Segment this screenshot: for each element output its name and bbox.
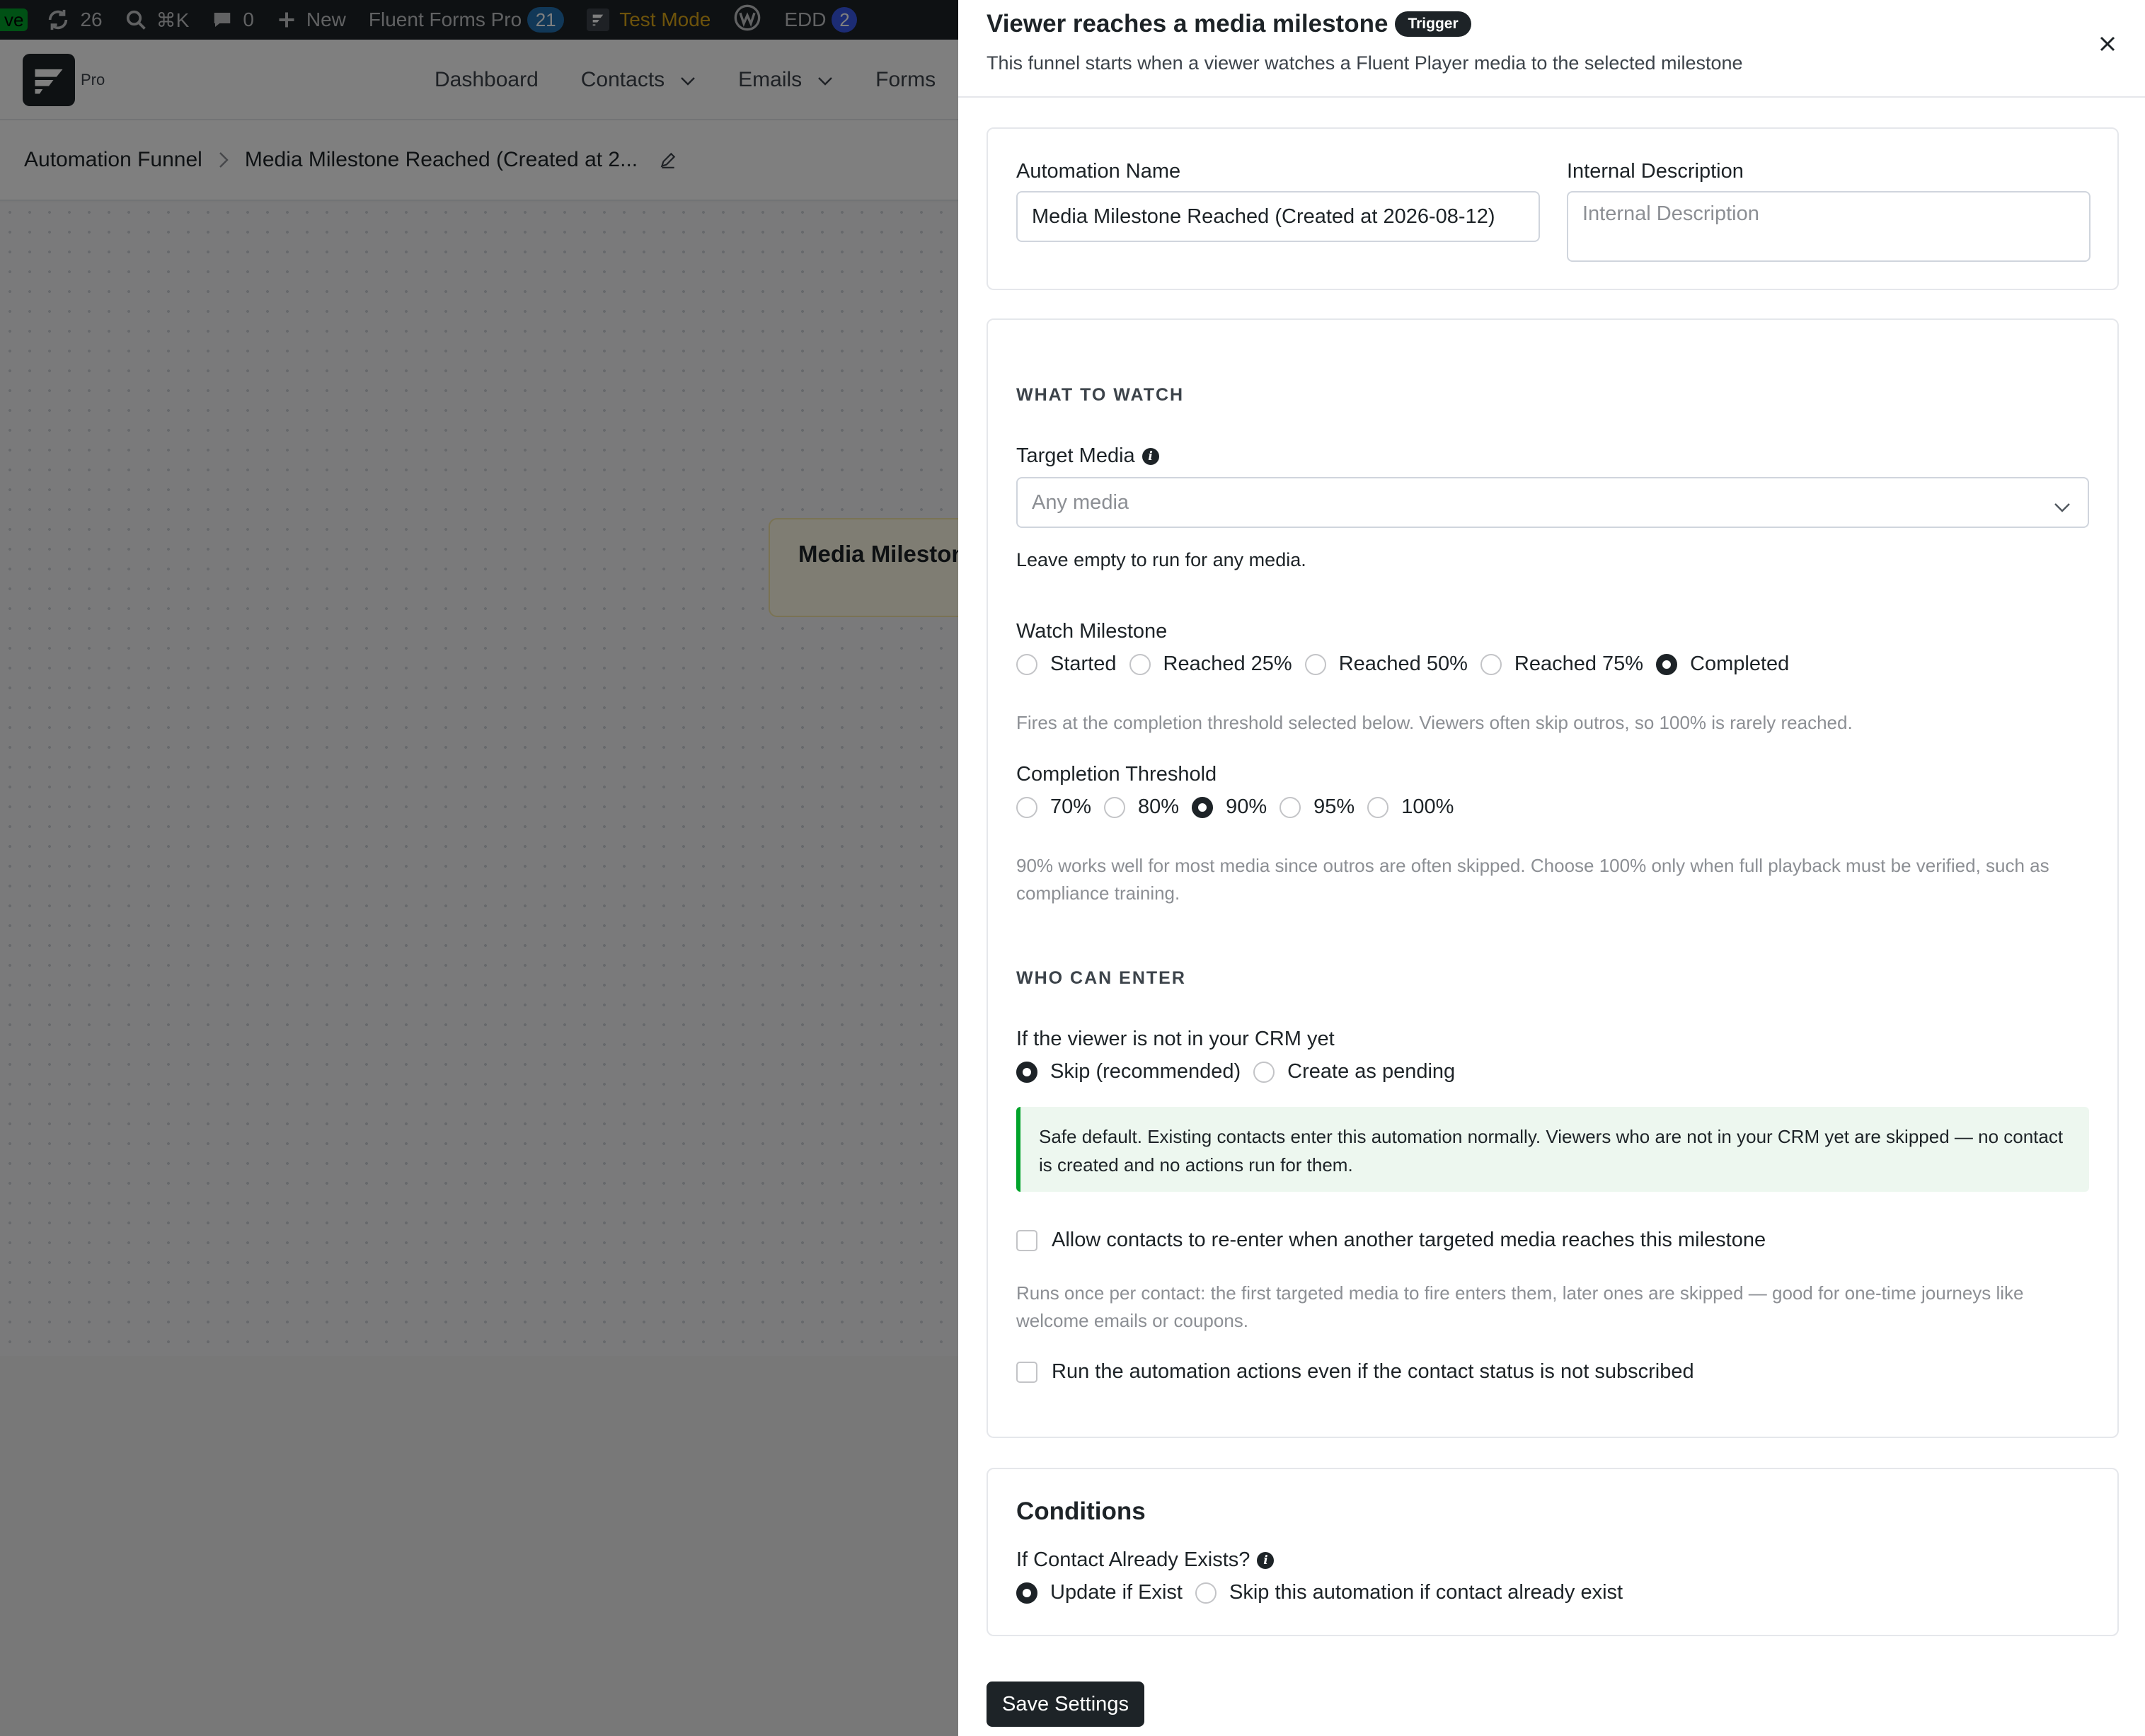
target-media-label-text: Target Media [1016, 444, 1135, 467]
target-media-help: Leave empty to run for any media. [1016, 549, 1306, 570]
conditions-title: Conditions [1016, 1498, 1146, 1525]
run-unsubscribed-checkbox[interactable] [1016, 1361, 1037, 1383]
milestone-completed-option[interactable]: Completed [1656, 653, 1789, 676]
automation-name-label: Automation Name [1016, 160, 1181, 183]
chevron-down-icon [2054, 495, 2071, 519]
drawer-subtitle: This funnel starts when a viewer watches… [987, 52, 1743, 74]
automation-name-input[interactable]: Media Milestone Reached (Created at 2026… [1016, 191, 1540, 242]
not-in-crm-label: If the viewer is not in your CRM yet [1016, 1028, 1335, 1050]
radio[interactable] [1016, 796, 1037, 818]
radio-label: Update if Exist [1050, 1581, 1183, 1604]
radio-label: 70% [1050, 795, 1092, 818]
radio[interactable] [1367, 796, 1389, 818]
run-unsubscribed-label: Run the automation actions even if the c… [1052, 1360, 1694, 1383]
reenter-label: Allow contacts to re-enter when another … [1052, 1229, 1766, 1251]
milestone-75-option[interactable]: Reached 75% [1480, 653, 1643, 676]
run-unsubscribed-checkbox-row[interactable]: Run the automation actions even if the c… [1016, 1360, 1694, 1384]
radio-selected[interactable] [1192, 796, 1214, 818]
radio-selected[interactable] [1656, 653, 1678, 675]
radio-selected[interactable] [1016, 1582, 1037, 1604]
save-settings-button[interactable]: Save Settings [987, 1682, 1144, 1727]
not-in-crm-group: Skip (recommended) Create as pending [1016, 1060, 1468, 1083]
info-icon[interactable]: i [1141, 447, 1159, 465]
radio-label: Skip (recommended) [1050, 1060, 1241, 1083]
trigger-settings-card: WHAT TO WATCH Target Media i Any media L… [987, 318, 2119, 1438]
reenter-checkbox-row[interactable]: Allow contacts to re-enter when another … [1016, 1229, 1766, 1252]
drawer-title: Viewer reaches a media milestone Trigger [987, 10, 1471, 38]
what-to-watch-heading: WHAT TO WATCH [1016, 385, 1185, 405]
reenter-help: Runs once per contact: the first targete… [1016, 1282, 2024, 1331]
radio-label: 95% [1313, 795, 1355, 818]
drawer-title-text: Viewer reaches a media milestone [987, 10, 1388, 38]
close-icon [2100, 36, 2115, 52]
radio-label: Create as pending [1287, 1060, 1456, 1083]
internal-description-textarea[interactable]: Internal Description [1567, 191, 2091, 262]
radio-selected[interactable] [1016, 1061, 1037, 1083]
trigger-badge: Trigger [1395, 11, 1471, 37]
threshold-help: 90% works well for most media since outr… [1016, 855, 2049, 904]
milestone-50-option[interactable]: Reached 50% [1304, 653, 1468, 676]
radio-label: Started [1050, 653, 1117, 675]
radio-label: Reached 75% [1514, 653, 1644, 675]
radio-label: 100% [1401, 795, 1454, 818]
crm-create-pending-option[interactable]: Create as pending [1253, 1060, 1455, 1083]
crm-skip-option[interactable]: Skip (recommended) [1016, 1060, 1241, 1083]
radio[interactable] [1016, 653, 1037, 675]
radio[interactable] [1195, 1582, 1217, 1604]
target-media-label: Target Media i [1016, 444, 1159, 468]
radio-label: 80% [1138, 795, 1180, 818]
conditions-card: Conditions If Contact Already Exists? i … [987, 1468, 2119, 1636]
radio-label: 90% [1226, 795, 1267, 818]
radio[interactable] [1104, 796, 1126, 818]
milestone-help: Fires at the completion threshold select… [1016, 712, 1853, 733]
threshold-80-option[interactable]: 80% [1104, 795, 1179, 819]
close-button[interactable] [2093, 30, 2122, 58]
radio-label: Reached 25% [1163, 653, 1292, 675]
drawer-header: Viewer reaches a media milestone Trigger… [958, 0, 2145, 98]
completion-threshold-group: 70% 80% 90% 95% 100% [1016, 795, 1466, 819]
internal-description-label: Internal Description [1567, 160, 1744, 183]
reenter-checkbox[interactable] [1016, 1229, 1037, 1251]
radio-label: Reached 50% [1338, 653, 1468, 675]
trigger-settings-drawer: Viewer reaches a media milestone Trigger… [958, 0, 2145, 1736]
threshold-70-option[interactable]: 70% [1016, 795, 1091, 819]
milestone-25-option[interactable]: Reached 25% [1129, 653, 1292, 676]
radio[interactable] [1253, 1061, 1275, 1083]
name-card: Automation Name Media Milestone Reached … [987, 127, 2119, 290]
radio[interactable] [1304, 653, 1326, 675]
radio[interactable] [1129, 653, 1151, 675]
radio-label: Completed [1690, 653, 1790, 675]
threshold-100-option[interactable]: 100% [1367, 795, 1454, 819]
radio[interactable] [1480, 653, 1502, 675]
target-media-value: Any media [1032, 490, 1129, 514]
completion-threshold-label: Completion Threshold [1016, 763, 1217, 786]
target-media-select[interactable]: Any media [1016, 477, 2089, 528]
watch-milestone-label: Watch Milestone [1016, 620, 1168, 643]
modal-overlay[interactable] [0, 0, 960, 1736]
radio[interactable] [1279, 796, 1301, 818]
who-can-enter-heading: WHO CAN ENTER [1016, 968, 1186, 988]
contact-exists-group: Update if Exist Skip this automation if … [1016, 1581, 1635, 1604]
radio-label: Skip this automation if contact already … [1229, 1581, 1623, 1604]
info-icon[interactable]: i [1257, 1551, 1275, 1569]
milestone-started-option[interactable]: Started [1016, 653, 1117, 676]
contact-exists-label: If Contact Already Exists? i [1016, 1548, 1275, 1572]
watch-milestone-group: Started Reached 25% Reached 50% Reached … [1016, 653, 1802, 676]
threshold-90-option[interactable]: 90% [1192, 795, 1267, 819]
contact-exists-label-text: If Contact Already Exists? [1016, 1548, 1250, 1571]
safe-default-notice: Safe default. Existing contacts enter th… [1016, 1107, 2089, 1192]
skip-if-exist-option[interactable]: Skip this automation if contact already … [1195, 1581, 1623, 1604]
update-if-exist-option[interactable]: Update if Exist [1016, 1581, 1183, 1604]
threshold-95-option[interactable]: 95% [1279, 795, 1355, 819]
